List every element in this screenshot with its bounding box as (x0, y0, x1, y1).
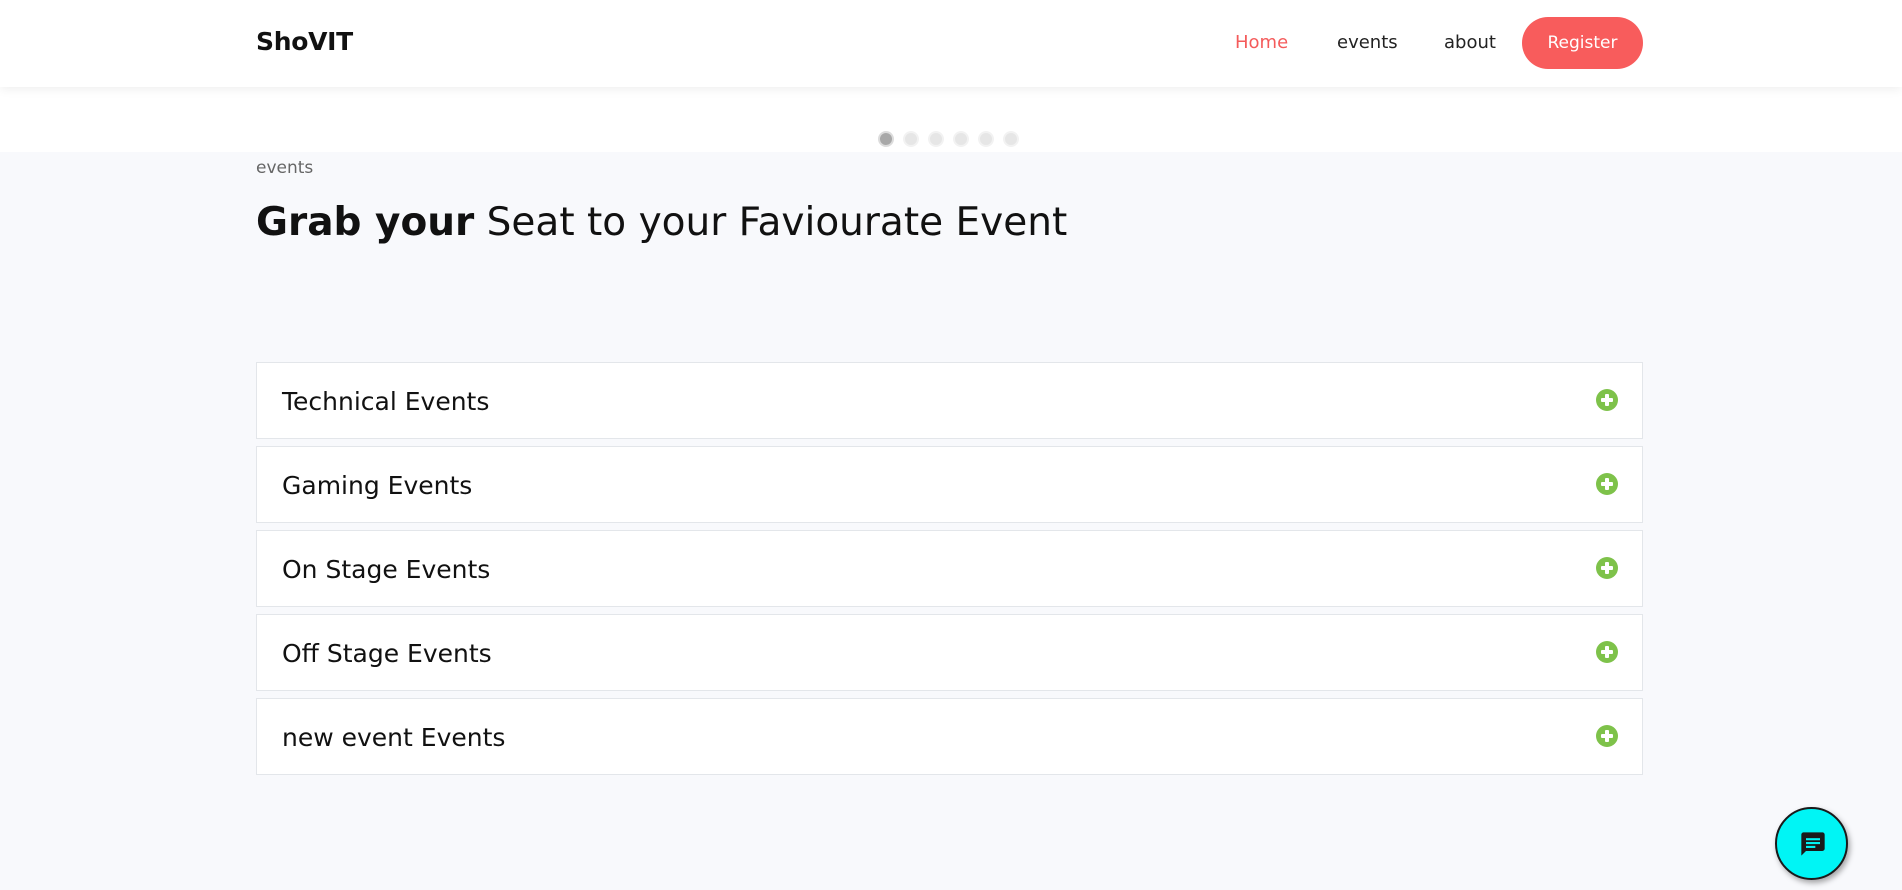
accordion-label: Technical Events (282, 387, 490, 416)
accordion-item-gaming[interactable]: Gaming Events (256, 446, 1643, 523)
section-title: Grab your Seat to your Faviourate Event (256, 200, 1067, 245)
accordion-label: Gaming Events (282, 471, 473, 500)
carousel-dot[interactable] (1003, 131, 1019, 147)
plus-circle-icon[interactable] (1596, 641, 1618, 663)
events-section: events Grab your Seat to your Faviourate… (0, 152, 1902, 890)
accordion-label: On Stage Events (282, 555, 491, 584)
plus-circle-icon[interactable] (1596, 725, 1618, 747)
accordion-label: Off Stage Events (282, 639, 492, 668)
carousel-dot[interactable] (953, 131, 969, 147)
section-title-bold: Grab your (256, 200, 475, 245)
accordion-item-new-event[interactable]: new event Events (256, 698, 1643, 775)
accordion-label: new event Events (282, 723, 506, 752)
chat-button[interactable] (1775, 807, 1848, 880)
brand-logo[interactable]: ShoVIT (256, 27, 353, 56)
accordion-item-technical[interactable]: Technical Events (256, 362, 1643, 439)
accordion-item-off-stage[interactable]: Off Stage Events (256, 614, 1643, 691)
section-tag: events (256, 158, 314, 178)
carousel-dots (878, 131, 1019, 147)
plus-circle-icon[interactable] (1596, 473, 1618, 495)
navbar: ShoVIT Home events about Register (0, 0, 1902, 87)
carousel-dot[interactable] (928, 131, 944, 147)
carousel-dot[interactable] (903, 131, 919, 147)
plus-circle-icon[interactable] (1596, 389, 1618, 411)
carousel-dot[interactable] (978, 131, 994, 147)
nav-link-events[interactable]: events (1337, 32, 1398, 53)
plus-circle-icon[interactable] (1596, 557, 1618, 579)
accordion-item-on-stage[interactable]: On Stage Events (256, 530, 1643, 607)
chat-icon (1801, 832, 1825, 856)
register-button[interactable]: Register (1522, 17, 1643, 69)
events-accordion: Technical Events Gaming Events On Stage … (256, 362, 1643, 782)
nav-link-home[interactable]: Home (1235, 32, 1288, 53)
section-title-rest: Seat to your Faviourate Event (474, 200, 1068, 245)
carousel-dot[interactable] (878, 131, 894, 147)
nav-link-about[interactable]: about (1444, 32, 1496, 53)
